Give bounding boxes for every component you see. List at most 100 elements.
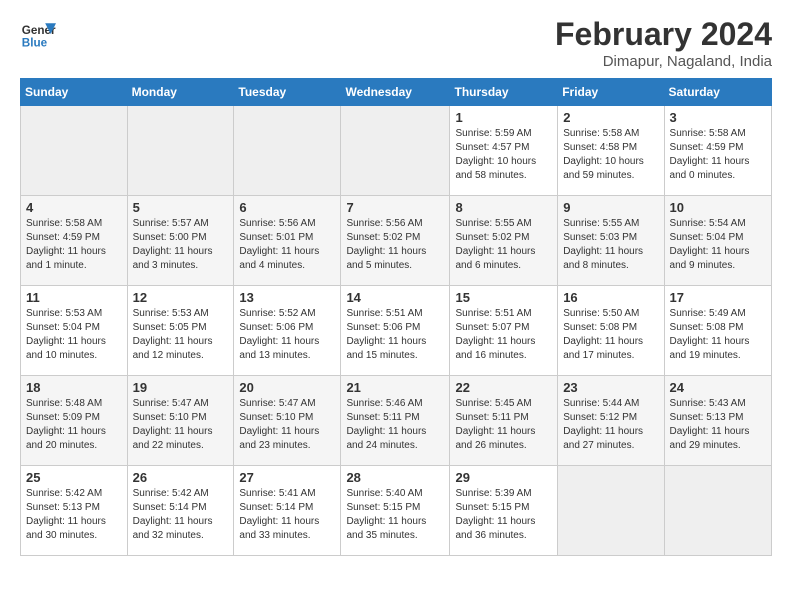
- day-info: Sunrise: 5:39 AM Sunset: 5:15 PM Dayligh…: [455, 487, 552, 543]
- day-number: 3: [670, 110, 766, 125]
- day-number: 6: [239, 200, 335, 215]
- page-header: General Blue February 2024 Dimapur, Naga…: [20, 16, 772, 70]
- table-row: 27 Sunrise: 5:41 AM Sunset: 5:14 PM Dayli…: [234, 466, 341, 556]
- day-info: Sunrise: 5:42 AM Sunset: 5:14 PM Dayligh…: [133, 487, 229, 543]
- table-row: 28 Sunrise: 5:40 AM Sunset: 5:15 PM Dayli…: [341, 466, 450, 556]
- day-number: 19: [133, 380, 229, 395]
- table-row: 12 Sunrise: 5:53 AM Sunset: 5:05 PM Dayli…: [127, 286, 234, 376]
- day-info: Sunrise: 5:50 AM Sunset: 5:08 PM Dayligh…: [563, 307, 658, 363]
- week-row-4: 18 Sunrise: 5:48 AM Sunset: 5:09 PM Dayli…: [21, 376, 772, 466]
- logo-icon: General Blue: [20, 16, 56, 52]
- day-number: 28: [346, 470, 444, 485]
- day-info: Sunrise: 5:53 AM Sunset: 5:04 PM Dayligh…: [26, 307, 122, 363]
- table-row: 17Sunrise: 5:49 AM Sunset: 5:08 PM Dayli…: [664, 286, 771, 376]
- day-info: Sunrise: 5:59 AM Sunset: 4:57 PM Dayligh…: [455, 127, 552, 183]
- header-saturday: Saturday: [664, 79, 771, 106]
- day-number: 20: [239, 380, 335, 395]
- table-row: [21, 106, 128, 196]
- day-number: 15: [455, 290, 552, 305]
- day-info: Sunrise: 5:54 AM Sunset: 5:04 PM Dayligh…: [670, 217, 766, 273]
- header-friday: Friday: [558, 79, 664, 106]
- day-number: 7: [346, 200, 444, 215]
- table-row: 23 Sunrise: 5:44 AM Sunset: 5:12 PM Dayli…: [558, 376, 664, 466]
- week-row-3: 11Sunrise: 5:53 AM Sunset: 5:04 PM Dayli…: [21, 286, 772, 376]
- day-info: Sunrise: 5:53 AM Sunset: 5:05 PM Dayligh…: [133, 307, 229, 363]
- day-info: Sunrise: 5:51 AM Sunset: 5:07 PM Dayligh…: [455, 307, 552, 363]
- day-info: Sunrise: 5:58 AM Sunset: 4:59 PM Dayligh…: [670, 127, 766, 183]
- table-row: 4 Sunrise: 5:58 AM Sunset: 4:59 PM Daylig…: [21, 196, 128, 286]
- day-number: 21: [346, 380, 444, 395]
- day-info: Sunrise: 5:41 AM Sunset: 5:14 PM Dayligh…: [239, 487, 335, 543]
- table-row: 24Sunrise: 5:43 AM Sunset: 5:13 PM Dayli…: [664, 376, 771, 466]
- day-info: Sunrise: 5:52 AM Sunset: 5:06 PM Dayligh…: [239, 307, 335, 363]
- table-row: 1 Sunrise: 5:59 AM Sunset: 4:57 PM Daylig…: [450, 106, 558, 196]
- day-number: 18: [26, 380, 122, 395]
- day-number: 14: [346, 290, 444, 305]
- table-row: 15 Sunrise: 5:51 AM Sunset: 5:07 PM Dayli…: [450, 286, 558, 376]
- table-row: 5 Sunrise: 5:57 AM Sunset: 5:00 PM Daylig…: [127, 196, 234, 286]
- day-info: Sunrise: 5:48 AM Sunset: 5:09 PM Dayligh…: [26, 397, 122, 453]
- day-number: 25: [26, 470, 122, 485]
- day-number: 8: [455, 200, 552, 215]
- day-info: Sunrise: 5:55 AM Sunset: 5:02 PM Dayligh…: [455, 217, 552, 273]
- day-info: Sunrise: 5:58 AM Sunset: 4:59 PM Dayligh…: [26, 217, 122, 273]
- day-info: Sunrise: 5:40 AM Sunset: 5:15 PM Dayligh…: [346, 487, 444, 543]
- day-number: 24: [670, 380, 766, 395]
- day-number: 10: [670, 200, 766, 215]
- day-number: 4: [26, 200, 122, 215]
- day-info: Sunrise: 5:44 AM Sunset: 5:12 PM Dayligh…: [563, 397, 658, 453]
- table-row: 16Sunrise: 5:50 AM Sunset: 5:08 PM Dayli…: [558, 286, 664, 376]
- table-row: 6Sunrise: 5:56 AM Sunset: 5:01 PM Daylig…: [234, 196, 341, 286]
- day-info: Sunrise: 5:46 AM Sunset: 5:11 PM Dayligh…: [346, 397, 444, 453]
- day-number: 27: [239, 470, 335, 485]
- header-wednesday: Wednesday: [341, 79, 450, 106]
- day-number: 13: [239, 290, 335, 305]
- table-row: [558, 466, 664, 556]
- page-title: February 2024: [555, 16, 772, 53]
- table-row: 18 Sunrise: 5:48 AM Sunset: 5:09 PM Dayli…: [21, 376, 128, 466]
- day-info: Sunrise: 5:47 AM Sunset: 5:10 PM Dayligh…: [133, 397, 229, 453]
- header-tuesday: Tuesday: [234, 79, 341, 106]
- table-row: 21 Sunrise: 5:46 AM Sunset: 5:11 PM Dayli…: [341, 376, 450, 466]
- table-row: 8 Sunrise: 5:55 AM Sunset: 5:02 PM Daylig…: [450, 196, 558, 286]
- day-info: Sunrise: 5:56 AM Sunset: 5:02 PM Dayligh…: [346, 217, 444, 273]
- title-block: February 2024 Dimapur, Nagaland, India: [555, 16, 772, 70]
- day-number: 23: [563, 380, 658, 395]
- table-row: 29 Sunrise: 5:39 AM Sunset: 5:15 PM Dayli…: [450, 466, 558, 556]
- header-thursday: Thursday: [450, 79, 558, 106]
- table-row: [664, 466, 771, 556]
- day-info: Sunrise: 5:47 AM Sunset: 5:10 PM Dayligh…: [239, 397, 335, 453]
- table-row: 13 Sunrise: 5:52 AM Sunset: 5:06 PM Dayli…: [234, 286, 341, 376]
- day-number: 29: [455, 470, 552, 485]
- day-info: Sunrise: 5:42 AM Sunset: 5:13 PM Dayligh…: [26, 487, 122, 543]
- header-monday: Monday: [127, 79, 234, 106]
- day-number: 1: [455, 110, 552, 125]
- page-subtitle: Dimapur, Nagaland, India: [555, 53, 772, 70]
- day-info: Sunrise: 5:51 AM Sunset: 5:06 PM Dayligh…: [346, 307, 444, 363]
- day-info: Sunrise: 5:57 AM Sunset: 5:00 PM Dayligh…: [133, 217, 229, 273]
- table-row: [341, 106, 450, 196]
- week-row-5: 25 Sunrise: 5:42 AM Sunset: 5:13 PM Dayli…: [21, 466, 772, 556]
- week-row-1: 1 Sunrise: 5:59 AM Sunset: 4:57 PM Daylig…: [21, 106, 772, 196]
- day-info: Sunrise: 5:55 AM Sunset: 5:03 PM Dayligh…: [563, 217, 658, 273]
- table-row: 2Sunrise: 5:58 AM Sunset: 4:58 PM Daylig…: [558, 106, 664, 196]
- table-row: [234, 106, 341, 196]
- day-number: 5: [133, 200, 229, 215]
- table-row: 20 Sunrise: 5:47 AM Sunset: 5:10 PM Dayli…: [234, 376, 341, 466]
- day-info: Sunrise: 5:45 AM Sunset: 5:11 PM Dayligh…: [455, 397, 552, 453]
- calendar-table: Sunday Monday Tuesday Wednesday Thursday…: [20, 78, 772, 556]
- svg-text:Blue: Blue: [22, 37, 48, 50]
- table-row: 7 Sunrise: 5:56 AM Sunset: 5:02 PM Daylig…: [341, 196, 450, 286]
- day-info: Sunrise: 5:49 AM Sunset: 5:08 PM Dayligh…: [670, 307, 766, 363]
- day-number: 26: [133, 470, 229, 485]
- calendar-header-row: Sunday Monday Tuesday Wednesday Thursday…: [21, 79, 772, 106]
- table-row: 22Sunrise: 5:45 AM Sunset: 5:11 PM Dayli…: [450, 376, 558, 466]
- day-info: Sunrise: 5:58 AM Sunset: 4:58 PM Dayligh…: [563, 127, 658, 183]
- day-number: 12: [133, 290, 229, 305]
- table-row: [127, 106, 234, 196]
- table-row: 26 Sunrise: 5:42 AM Sunset: 5:14 PM Dayli…: [127, 466, 234, 556]
- table-row: 19 Sunrise: 5:47 AM Sunset: 5:10 PM Dayli…: [127, 376, 234, 466]
- logo: General Blue: [20, 16, 56, 52]
- table-row: 3 Sunrise: 5:58 AM Sunset: 4:59 PM Daylig…: [664, 106, 771, 196]
- table-row: 10 Sunrise: 5:54 AM Sunset: 5:04 PM Dayli…: [664, 196, 771, 286]
